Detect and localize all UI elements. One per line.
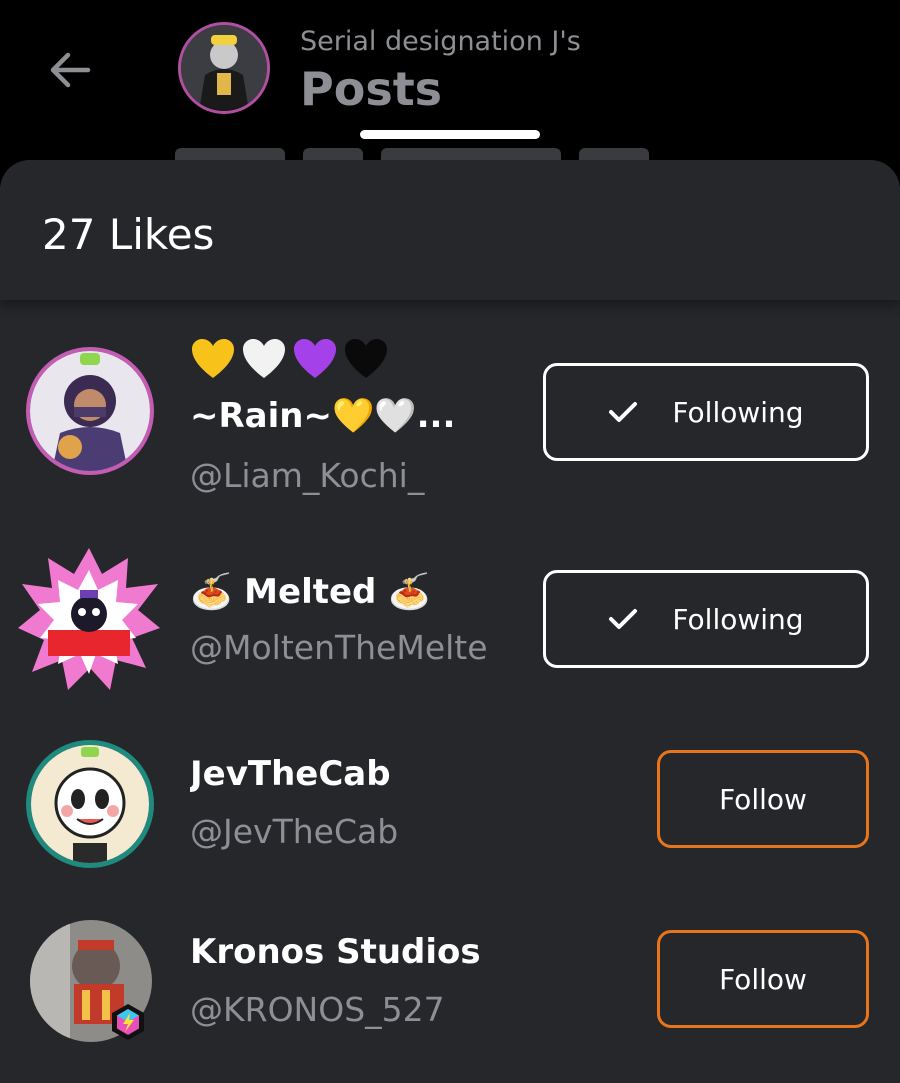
likes-screen: Serial designation J's Posts 27 Likes ~R…: [0, 0, 900, 1083]
badge-icon: [108, 1002, 148, 1042]
display-name: ~Rain~💛🤍...: [190, 396, 456, 436]
black-heart-icon: [345, 339, 388, 378]
following-button[interactable]: Following: [543, 570, 869, 668]
following-button-label: Following: [672, 395, 804, 429]
display-name: Kronos Studios: [190, 932, 481, 972]
back-button[interactable]: [40, 40, 100, 100]
follow-button[interactable]: Follow: [657, 930, 869, 1028]
follow-button[interactable]: Follow: [657, 750, 869, 848]
author-avatar[interactable]: [178, 22, 270, 114]
sheet-drag-handle[interactable]: [360, 130, 540, 139]
likes-count: 27 Likes: [42, 210, 215, 259]
follow-button-label: Follow: [719, 782, 807, 816]
avatar[interactable]: [18, 548, 160, 690]
app-header: Serial designation J's Posts: [0, 0, 900, 164]
checkmark-icon: [608, 607, 638, 631]
user-row[interactable]: Kronos Studios @KRONOS_527 Follow: [0, 910, 900, 1080]
user-handle: @JevTheCab: [190, 812, 399, 851]
display-name: 🍝 Melted 🍝: [190, 572, 431, 612]
user-row[interactable]: JevTheCab @JevTheCab Follow: [0, 730, 900, 900]
arrow-left-icon: [50, 52, 91, 88]
follow-button-label: Follow: [719, 962, 807, 996]
avatar[interactable]: [26, 347, 154, 475]
page-title: Posts: [300, 62, 443, 116]
following-button[interactable]: Following: [543, 363, 869, 461]
checkmark-icon: [608, 400, 638, 424]
user-handle: @KRONOS_527: [190, 990, 445, 1029]
user-row[interactable]: 🍝 Melted 🍝 @MoltenTheMelte Following: [0, 530, 900, 700]
following-button-label: Following: [672, 602, 804, 636]
emoji-hearts-row: [190, 338, 389, 380]
white-heart-icon: [243, 339, 286, 378]
header-subtitle: Serial designation J's: [300, 26, 581, 57]
user-handle: @MoltenTheMelte: [190, 628, 488, 667]
sheet-header: 27 Likes: [0, 160, 900, 300]
avatar[interactable]: [26, 740, 154, 868]
user-row[interactable]: ~Rain~💛🤍... @Liam_Kochi_ Following: [0, 320, 900, 495]
purple-heart-icon: [294, 339, 337, 378]
yellow-heart-icon: [192, 339, 234, 378]
display-name: JevTheCab: [190, 754, 391, 794]
likes-sheet: 27 Likes ~Rain~💛🤍... @Liam_Kochi_ Follow…: [0, 160, 900, 1083]
user-handle: @Liam_Kochi_: [190, 456, 425, 495]
